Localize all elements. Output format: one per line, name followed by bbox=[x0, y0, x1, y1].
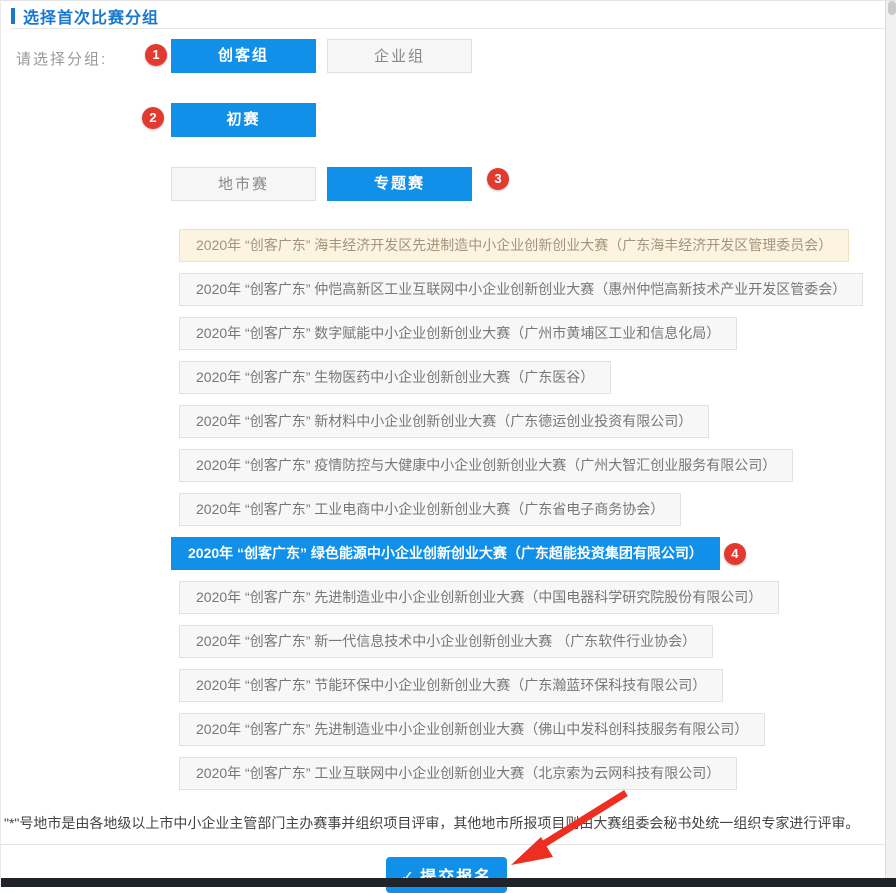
competition-list: 2020年 “创客广东” 海丰经济开发区先进制造中小企业创新创业大赛（广东海丰经… bbox=[179, 229, 879, 801]
page-title: 选择首次比赛分组 bbox=[23, 4, 159, 28]
review-note-text: "*"号地市是由各地级以上市中小企业主管部门主办赛事并组织项目评审，其他地市所报… bbox=[4, 813, 894, 833]
competition-row: 2020年 “创客广东” 绿色能源中小企业创新创业大赛（广东超能投资集团有限公司… bbox=[179, 537, 879, 581]
competition-row: 2020年 “创客广东” 疫情防控与大健康中小企业创新创业大赛（广州大智汇创业服… bbox=[179, 449, 879, 493]
competition-option[interactable]: 2020年 “创客广东” 节能环保中小企业创新创业大赛（广东瀚蓝环保科技有限公司… bbox=[179, 669, 723, 702]
competition-option-selected[interactable]: 2020年 “创客广东” 绿色能源中小企业创新创业大赛（广东超能投资集团有限公司… bbox=[171, 537, 720, 570]
step-1-badge: 1 bbox=[145, 44, 167, 66]
competition-row: 2020年 “创客广东” 工业互联网中小企业创新创业大赛（北京索为云网科技有限公… bbox=[179, 757, 879, 801]
competition-option[interactable]: 2020年 “创客广东” 疫情防控与大健康中小企业创新创业大赛（广州大智汇创业服… bbox=[179, 449, 793, 482]
group-option-enterprise-button[interactable]: 企业组 bbox=[327, 39, 472, 73]
round-option-city-button[interactable]: 地市赛 bbox=[171, 167, 316, 201]
competition-row: 2020年 “创客广东” 新一代信息技术中小企业创新创业大赛 （广东软件行业协会… bbox=[179, 625, 879, 669]
group-option-maker-button[interactable]: 创客组 bbox=[171, 39, 316, 73]
page-header: 选择首次比赛分组 bbox=[11, 5, 159, 27]
competition-row: 2020年 “创客广东” 海丰经济开发区先进制造中小企业创新创业大赛（广东海丰经… bbox=[179, 229, 879, 273]
competition-row: 2020年 “创客广东” 先进制造业中小企业创新创业大赛（佛山中发科创科技服务有… bbox=[179, 713, 879, 757]
scrollbar-thumb[interactable] bbox=[888, 1, 896, 15]
competition-row: 2020年 “创客广东” 仲恺高新区工业互联网中小企业创新创业大赛（惠州仲恺高新… bbox=[179, 273, 879, 317]
round-option-special-button[interactable]: 专题赛 bbox=[327, 167, 472, 201]
stage-option-preliminary-button[interactable]: 初赛 bbox=[171, 103, 316, 137]
competition-option[interactable]: 2020年 “创客广东” 工业电商中小企业创新创业大赛（广东省电子商务协会） bbox=[179, 493, 681, 526]
competition-option[interactable]: 2020年 “创客广东” 先进制造业中小企业创新创业大赛（中国电器科学研究院股份… bbox=[179, 581, 779, 614]
step-2-badge: 2 bbox=[142, 107, 164, 129]
competition-option[interactable]: 2020年 “创客广东” 数字赋能中小企业创新创业大赛（广州市黄埔区工业和信息化… bbox=[179, 317, 737, 350]
title-accent-bar bbox=[11, 8, 15, 24]
submit-registration-button[interactable]: ✓提交报名 bbox=[386, 857, 507, 893]
competition-option[interactable]: 2020年 “创客广东” 先进制造业中小企业创新创业大赛（佛山中发科创科技服务有… bbox=[179, 713, 765, 746]
competition-option[interactable]: 2020年 “创客广东” 新材料中小企业创新创业大赛（广东德运创业投资有限公司） bbox=[179, 405, 709, 438]
group-select-label: 请选择分组: bbox=[16, 48, 107, 69]
competition-option[interactable]: 2020年 “创客广东” 海丰经济开发区先进制造中小企业创新创业大赛（广东海丰经… bbox=[179, 229, 849, 262]
competition-option[interactable]: 2020年 “创客广东” 仲恺高新区工业互联网中小企业创新创业大赛（惠州仲恺高新… bbox=[179, 273, 863, 306]
step-4-badge: 4 bbox=[724, 543, 746, 565]
competition-option[interactable]: 2020年 “创客广东” 工业互联网中小企业创新创业大赛（北京索为云网科技有限公… bbox=[179, 757, 737, 790]
competition-row: 2020年 “创客广东” 先进制造业中小企业创新创业大赛（中国电器科学研究院股份… bbox=[179, 581, 879, 625]
competition-row: 2020年 “创客广东” 数字赋能中小企业创新创业大赛（广州市黄埔区工业和信息化… bbox=[179, 317, 879, 361]
competition-option[interactable]: 2020年 “创客广东” 生物医药中小企业创新创业大赛（广东医谷） bbox=[179, 361, 611, 394]
competition-row: 2020年 “创客广东” 节能环保中小企业创新创业大赛（广东瀚蓝环保科技有限公司… bbox=[179, 669, 879, 713]
competition-row: 2020年 “创客广东” 工业电商中小企业创新创业大赛（广东省电子商务协会） bbox=[179, 493, 879, 537]
competition-option[interactable]: 2020年 “创客广东” 新一代信息技术中小企业创新创业大赛 （广东软件行业协会… bbox=[179, 625, 713, 658]
registration-group-page: 选择首次比赛分组 请选择分组: 1 创客组 企业组 2 初赛 地市赛 专题赛 3… bbox=[0, 0, 896, 886]
page-scrollbar[interactable] bbox=[885, 1, 896, 878]
header-divider bbox=[11, 28, 885, 29]
competition-row: 2020年 “创客广东” 新材料中小企业创新创业大赛（广东德运创业投资有限公司） bbox=[179, 405, 879, 449]
step-3-badge: 3 bbox=[487, 168, 509, 190]
competition-row: 2020年 “创客广东” 生物医药中小企业创新创业大赛（广东医谷） bbox=[179, 361, 879, 405]
footer-divider bbox=[1, 844, 896, 845]
